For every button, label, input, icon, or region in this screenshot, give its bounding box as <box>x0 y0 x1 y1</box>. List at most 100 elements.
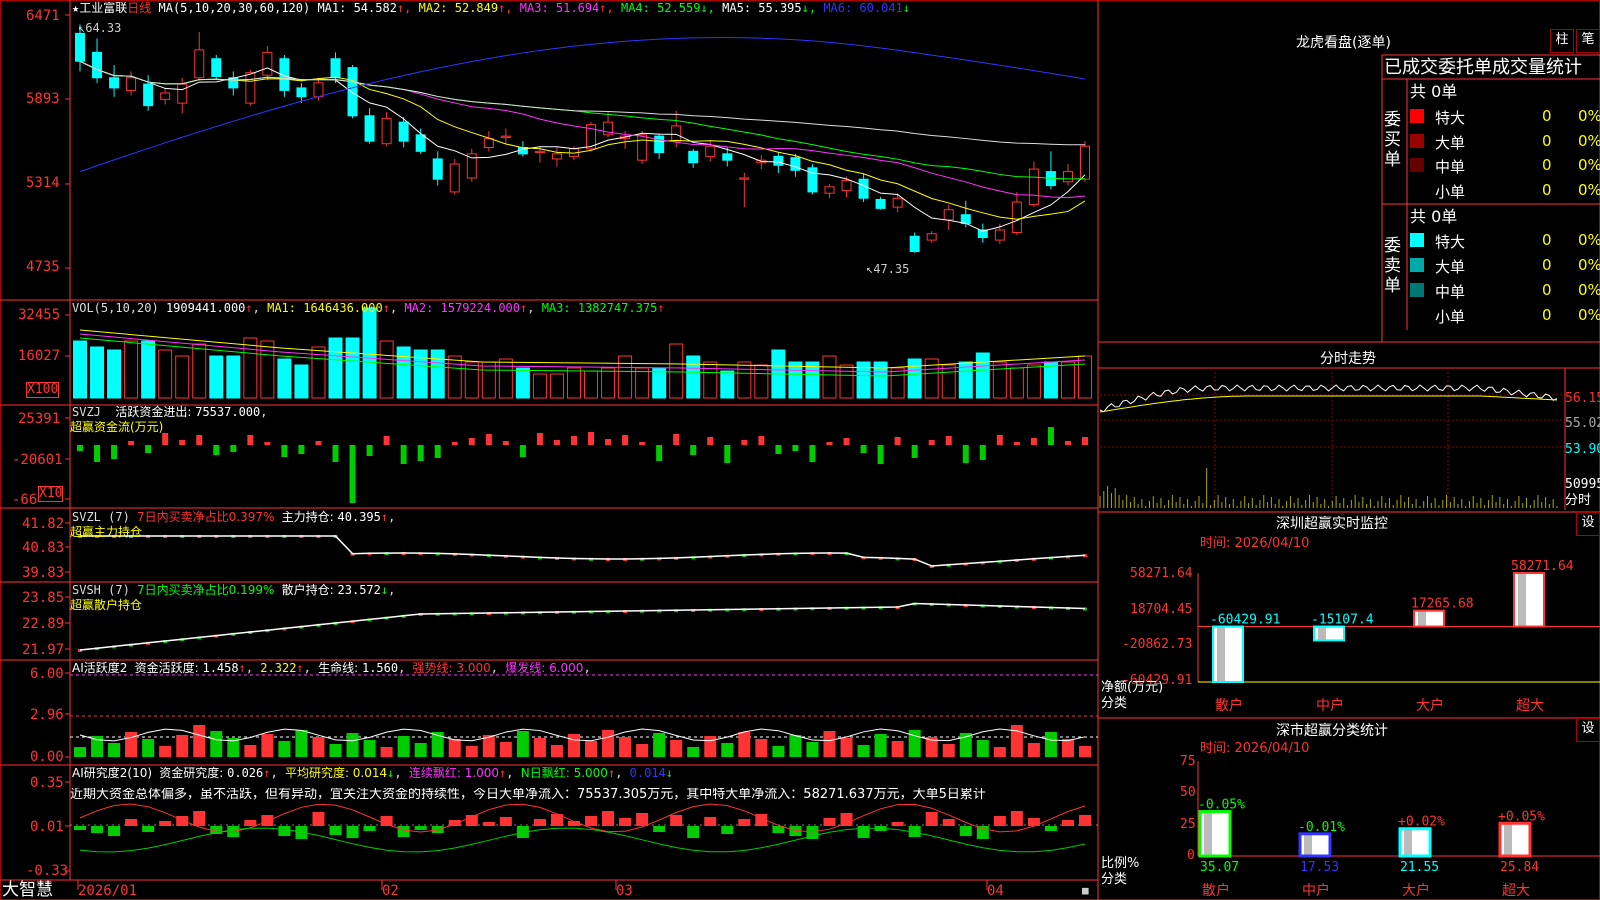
fund-flow-bar <box>519 445 526 457</box>
candle-body <box>807 167 818 193</box>
candle-body <box>534 150 545 154</box>
buy-row-large: 大单 0 0% <box>1410 131 1600 153</box>
volume-bar <box>839 364 854 399</box>
fund-flow-bar <box>1047 427 1054 445</box>
x-axis-label: 03 <box>616 883 633 899</box>
candle-body <box>909 235 920 253</box>
sell-row-small: 小单 0 0% <box>1435 306 1600 326</box>
monitor-value-label: -60429.91 <box>1210 613 1280 628</box>
fund-flow-bar <box>77 445 83 451</box>
candle-body <box>483 138 494 149</box>
intraday-tick: 53.90 <box>1565 442 1600 457</box>
class-category-label: 大户 <box>1402 882 1430 899</box>
activity-bar <box>567 734 580 757</box>
color-swatch <box>1410 283 1424 297</box>
fund-flow-bar <box>468 438 475 445</box>
stats-tab[interactable]: 已成交委托单成交量统计 <box>1384 57 1582 79</box>
candle-body <box>654 135 665 154</box>
volume-bar <box>1009 367 1024 399</box>
volume-bar <box>158 349 173 399</box>
volume-bar <box>464 361 479 399</box>
fund-flow-bar <box>945 436 952 445</box>
candle-body <box>330 58 341 79</box>
monitor-category-label: 散户 <box>1215 697 1243 714</box>
y-tick: 41.82 <box>22 516 65 532</box>
sell-order-label: 委卖单 <box>1384 236 1401 296</box>
candle-body <box>296 87 307 98</box>
monitor-bar-shade <box>1217 626 1225 682</box>
activity-bar <box>142 739 155 757</box>
volume-bar <box>226 355 241 399</box>
monitor-settings-button[interactable]: 设 <box>1576 512 1600 536</box>
candle-body <box>75 32 85 62</box>
candle-body <box>1080 145 1090 180</box>
y-tick: 6471 <box>26 8 60 24</box>
pen-view-button[interactable]: 笔 <box>1576 29 1600 53</box>
unit-label: X100 <box>26 382 60 398</box>
fund-flow-bar <box>809 445 816 462</box>
volume-bar <box>498 358 513 399</box>
volume-bar <box>243 337 258 399</box>
research-bar <box>448 820 461 826</box>
fund-flow-bars <box>77 427 1088 503</box>
fund-flow-bar <box>502 441 509 445</box>
activity-bar <box>329 744 342 757</box>
color-swatch <box>1410 134 1424 148</box>
volume-bar <box>907 358 922 399</box>
fund-flow-bar <box>179 440 186 445</box>
candle-body <box>739 177 750 180</box>
panel-title: 龙虎看盘(逐单) <box>1296 35 1391 51</box>
class-category-label: 中户 <box>1302 882 1330 899</box>
intraday-tick: 56.15 <box>1565 391 1600 406</box>
lock-icon[interactable]: ■ <box>1082 884 1089 898</box>
volume-bar <box>124 340 139 399</box>
candle-body <box>1011 201 1022 233</box>
panel-borders <box>0 0 1600 900</box>
volume-bar <box>396 346 411 399</box>
class-change-label: +0.05% <box>1498 809 1545 824</box>
activity-bar <box>874 734 887 757</box>
research-bar <box>942 819 955 826</box>
candle-body <box>245 72 256 104</box>
research-bar <box>91 826 104 833</box>
activity-bar <box>91 736 104 757</box>
volume-bar <box>890 367 905 399</box>
intraday-title[interactable]: 分时走势 <box>1320 350 1376 368</box>
activity-bar <box>465 746 478 757</box>
class-value-label: 17.53 <box>1300 860 1339 875</box>
ma-legend-item: MA5: 55.395 <box>722 1 802 15</box>
volume-bar <box>345 337 360 399</box>
research-bar <box>976 826 989 839</box>
color-swatch <box>1410 109 1424 123</box>
fund-flow-bar <box>707 437 714 445</box>
research-bar <box>738 819 751 826</box>
charts-area[interactable]: -60429.91 散户 -15107.4 中户 17265.68 大户 58271.64 超… <box>0 0 1600 900</box>
ai-activity-legend: AI活跃度2 资金活跃度: 1.458↑, 2.322↑, 生命线: 1.560… <box>72 661 591 675</box>
y-tick: 25391 <box>18 411 61 427</box>
intraday-chart[interactable] <box>1099 368 1566 510</box>
ma-legend-item: MA6: 60.041 <box>823 1 903 15</box>
research-bar <box>1010 811 1023 826</box>
activity-bar <box>704 736 717 757</box>
monitor-bar-shade <box>1418 610 1426 627</box>
bar-view-button[interactable]: 柱 <box>1550 29 1574 53</box>
research-bar <box>482 822 495 826</box>
volume-bar <box>720 370 735 399</box>
class-category-label: 分类 <box>1101 872 1128 887</box>
buy-row-super: 特大 0 0% <box>1410 106 1600 128</box>
research-bar <box>1044 826 1057 831</box>
svsh-sublabel: 超赢散户持仓 <box>70 598 143 612</box>
candle-body <box>398 121 409 142</box>
candle-body <box>364 115 375 142</box>
class-settings-button[interactable]: 设 <box>1576 718 1600 742</box>
monitor-time: 时间: 2026/04/10 <box>1200 536 1310 551</box>
volume-bar <box>941 364 956 399</box>
monitor-bar-chart: -60429.91 散户 -15107.4 中户 17265.68 大户 58271.64 超… <box>1197 559 1600 714</box>
research-bar <box>636 813 649 826</box>
period-label[interactable]: 日线 <box>127 1 151 15</box>
volume-bar <box>652 367 667 399</box>
activity-bar <box>619 737 632 757</box>
candle-body <box>347 67 358 117</box>
class-value-label: 25.84 <box>1500 860 1539 875</box>
candle-body <box>841 179 852 192</box>
